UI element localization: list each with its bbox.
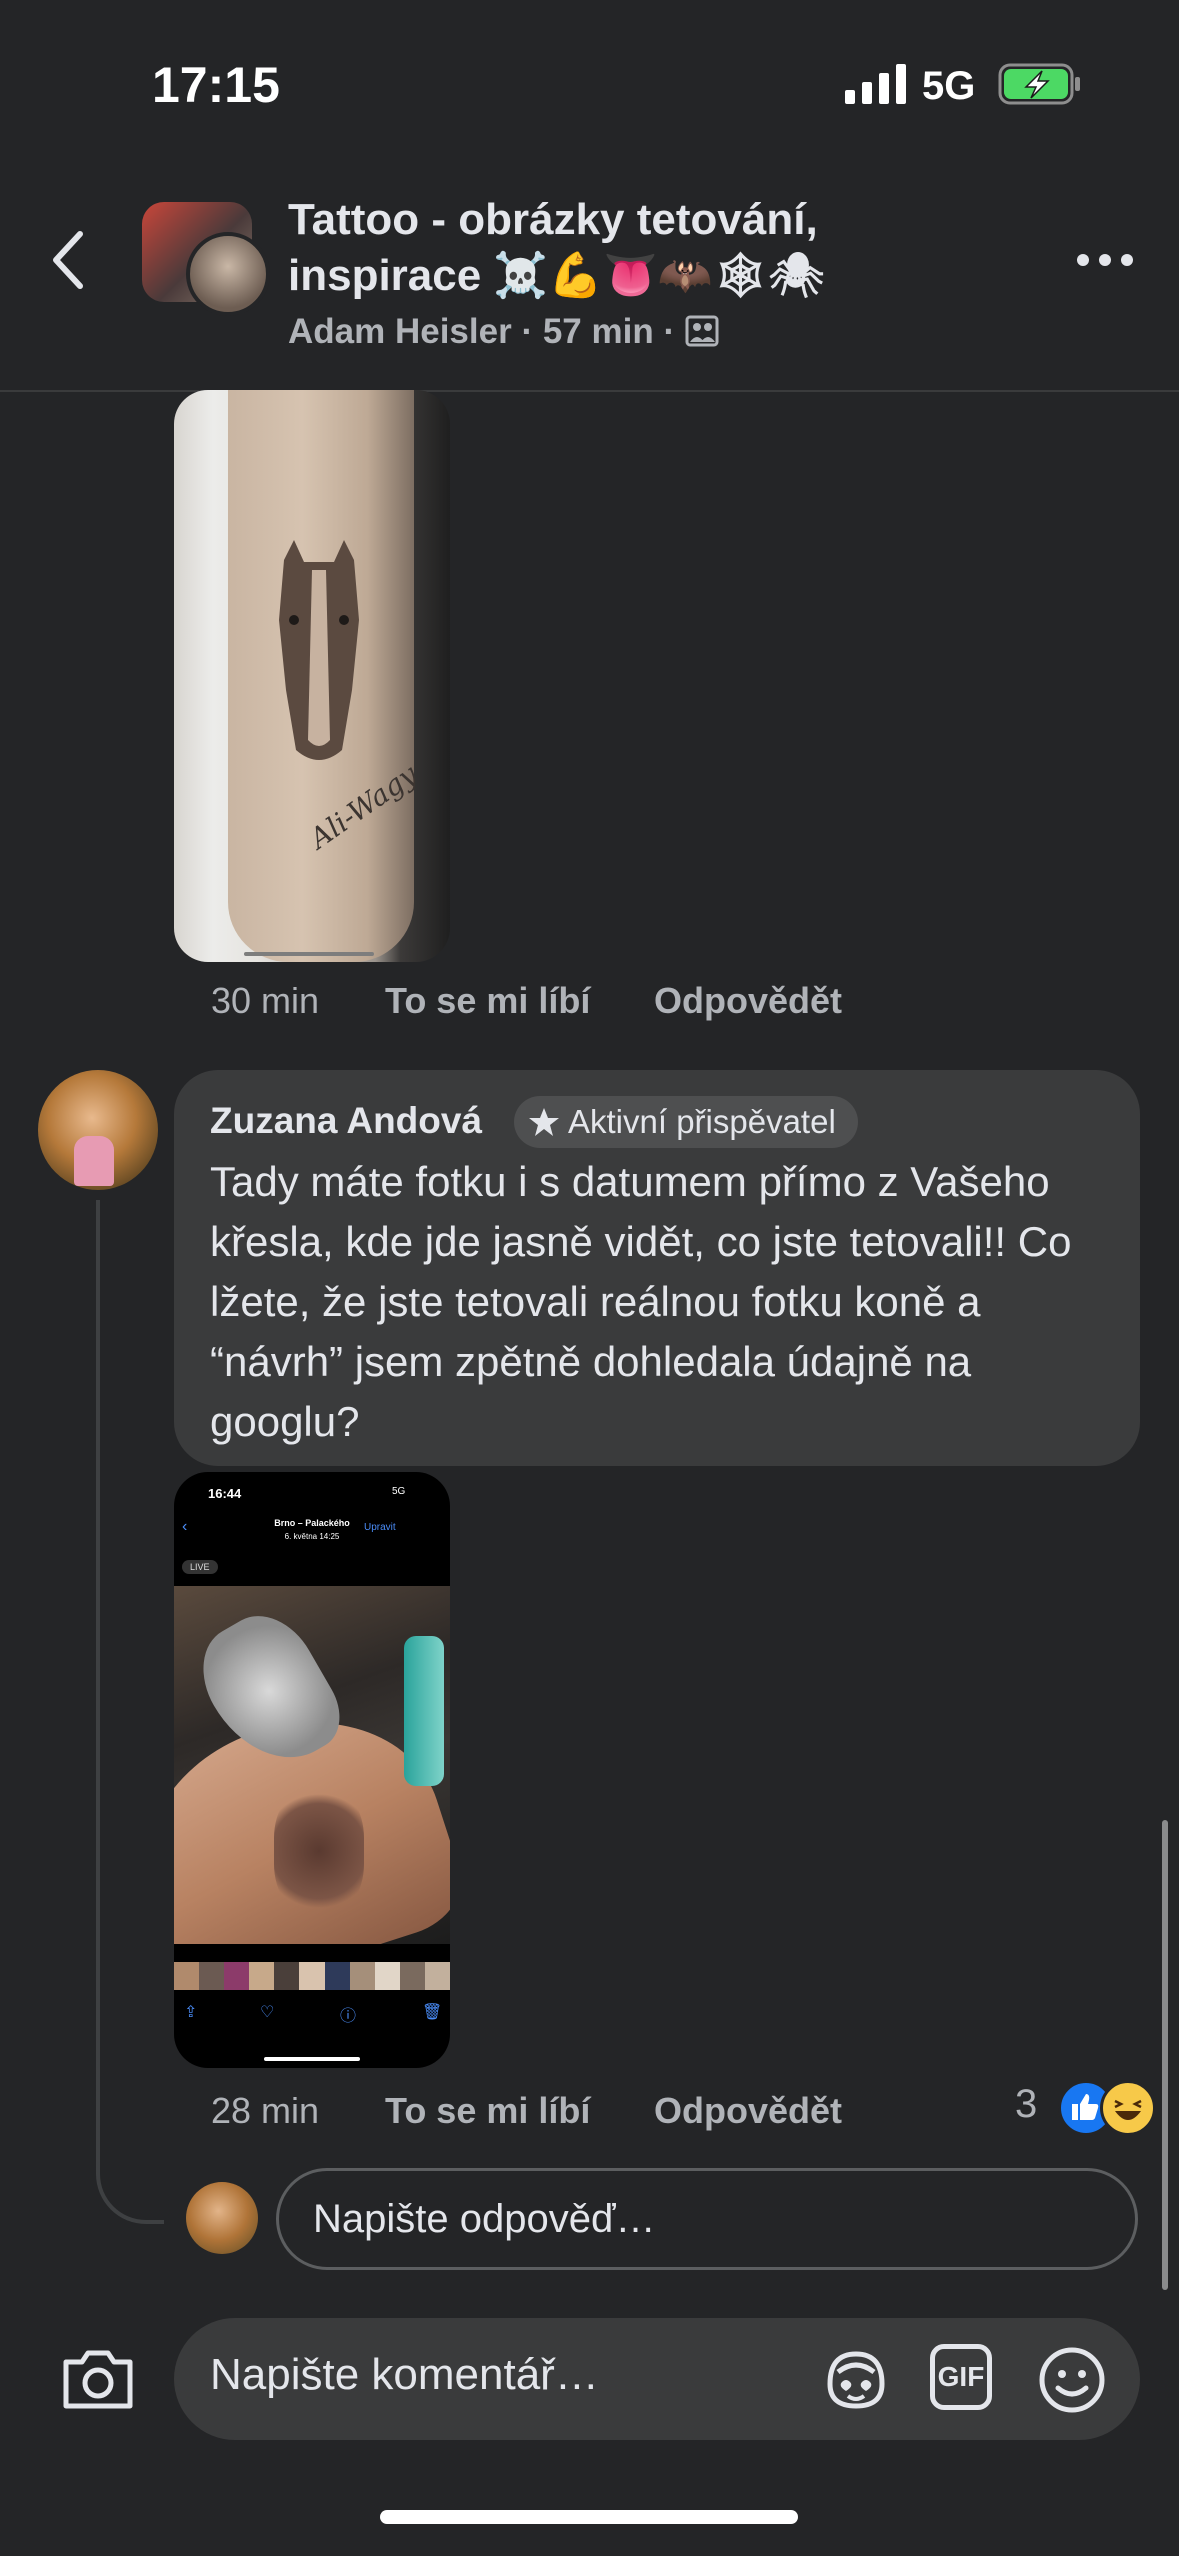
comment-time: 28 min [211, 2090, 320, 2131]
post-meta: Adam Heisler · 57 min · [288, 312, 719, 352]
attached-screenshot[interactable]: 16:44 5G ‹ Brno – Palackého 6. května 14… [174, 1472, 450, 2068]
commenter-avatar[interactable] [38, 1070, 158, 1190]
screenshot-thumbnail-strip [174, 1962, 450, 1990]
reply-input[interactable]: Napište odpověď… [276, 2168, 1138, 2270]
my-avatar [186, 2182, 258, 2254]
badge-label: Aktivní přispěvatel [568, 1103, 836, 1140]
screenshot-network: 5G [392, 1486, 406, 1497]
like-button[interactable]: To se mi líbí [385, 2090, 590, 2132]
back-arrow-icon[interactable] [40, 220, 100, 300]
comment-time: 30 min [211, 980, 320, 1021]
post-age: 57 min [542, 312, 654, 351]
like-button[interactable]: To se mi líbí [385, 980, 590, 1022]
comment-bubble[interactable]: Zuzana Andová Aktivní přispěvatel Tady m… [174, 1070, 1140, 1466]
camera-icon[interactable] [60, 2346, 136, 2412]
reply-button[interactable]: Odpovědět [654, 2090, 842, 2132]
status-time: 17:15 [152, 57, 280, 113]
gif-button[interactable]: GIF [930, 2344, 992, 2410]
home-indicator[interactable] [380, 2510, 798, 2524]
scrollbar[interactable] [1162, 1820, 1168, 2290]
battery-charging-icon [998, 63, 1080, 105]
reply-placeholder: Napište odpověď… [313, 2196, 656, 2241]
star-icon [529, 1108, 559, 1136]
commenter-name[interactable]: Zuzana Andová [210, 1100, 482, 1142]
group-audience-icon [685, 315, 719, 347]
post-author[interactable]: Adam Heisler [288, 312, 512, 351]
group-title[interactable]: Tattoo - obrázky tetování, inspirace ☠️💪… [288, 192, 928, 304]
screenshot-statusbar: 16:44 5G [174, 1482, 450, 1512]
screenshot-time: 16:44 [208, 1486, 242, 1501]
network-label: 5G [922, 64, 976, 108]
avatar-sticker-icon[interactable] [820, 2344, 892, 2416]
horse-tattoo-drawing [279, 540, 359, 760]
screenshot-tattoo-photo [174, 1586, 450, 1944]
emoji-icon[interactable] [1036, 2344, 1108, 2416]
screenshot-location: Brno – Palackého [274, 1518, 350, 1528]
more-options-icon[interactable] [1075, 250, 1135, 270]
screenshot-nav: ‹ Brno – Palackého 6. května 14:25 Uprav… [182, 1518, 396, 1541]
reaction-count[interactable]: 3 [1015, 2082, 1037, 2127]
reply-button[interactable]: Odpovědět [654, 980, 842, 1022]
gif-label: GIF [937, 2361, 985, 2392]
signal-strength-icon [845, 64, 906, 104]
screenshot-live-badge: LIVE [182, 1560, 218, 1574]
thread-line [96, 1200, 164, 2224]
group-avatar[interactable] [142, 202, 270, 316]
post-header: Tattoo - obrázky tetování, inspirace ☠️💪… [0, 160, 1179, 392]
haha-reaction-icon [1100, 2080, 1156, 2136]
comment-text: Tady máte fotku i s datumem přímo z Vaše… [210, 1158, 1072, 1445]
screenshot-toolbar: ⇪ ♡ ⓘ 🗑 [184, 2004, 443, 2025]
screenshot-edit: Upravit [364, 1522, 396, 1533]
tattoo-photo[interactable]: Ali-Wagy [174, 390, 450, 962]
comment-input[interactable]: Napište komentář… GIF [174, 2318, 1140, 2440]
comment-placeholder: Napište komentář… [210, 2350, 599, 2399]
screenshot-date: 6. května 14:25 [284, 1532, 340, 1541]
active-contributor-badge: Aktivní přispěvatel [514, 1096, 858, 1148]
